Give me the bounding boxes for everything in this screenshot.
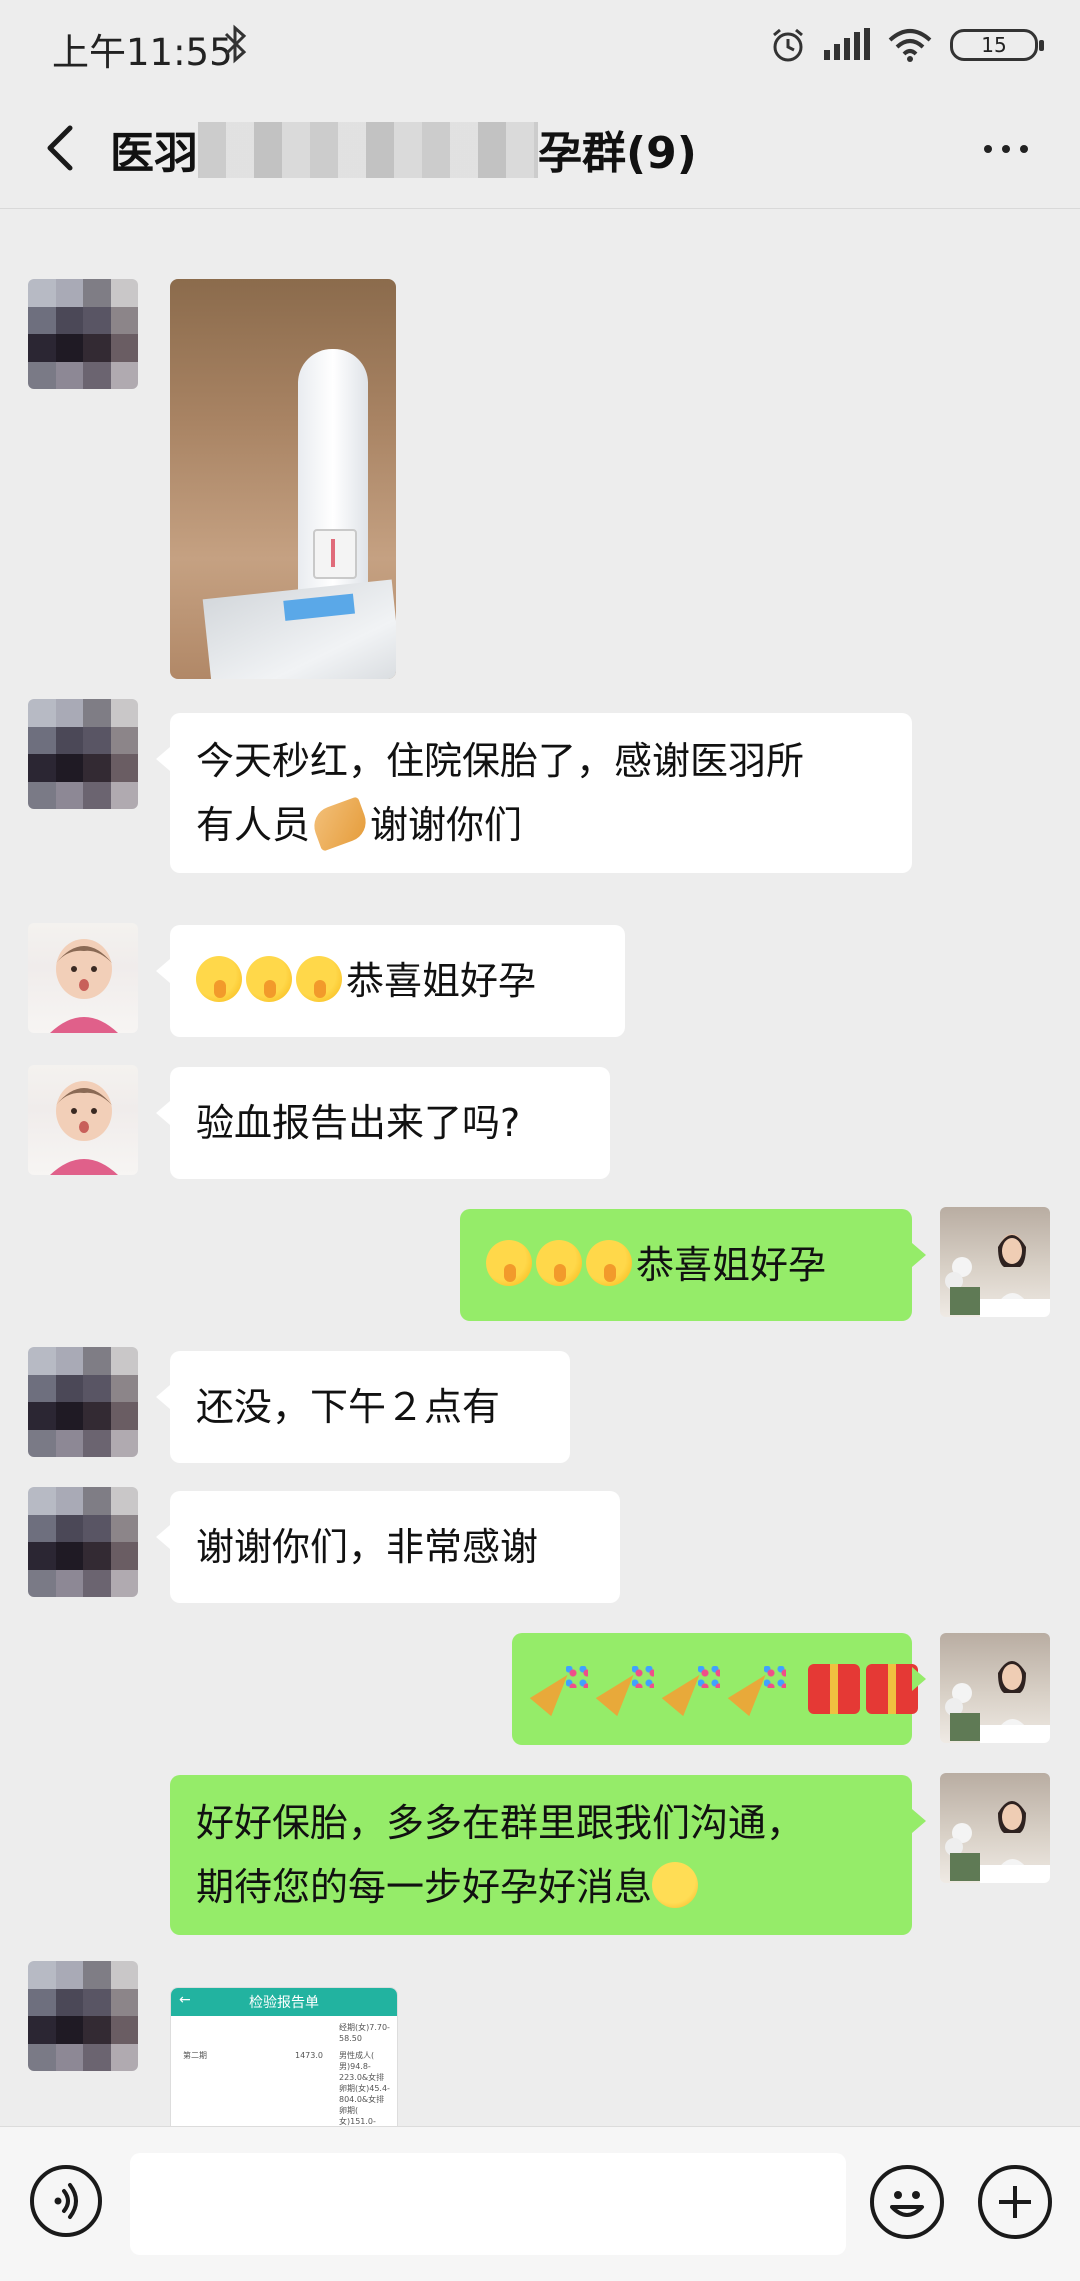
- message-text: 谢谢你们: [370, 803, 523, 847]
- report-ref-line: 经期(女)7.70-: [339, 2023, 390, 2032]
- party-popper-icon: [670, 1664, 722, 1714]
- voice-icon: [54, 2183, 78, 2219]
- chat-title-suffix: 孕群(9): [538, 128, 697, 179]
- baby-photo-icon: [50, 1081, 118, 1175]
- chat-area[interactable]: 今天秒红，住院保胎了，感谢医羽所 有人员 谢谢你们 恭喜姐好孕 验血报告出来了吗?…: [0, 209, 1080, 2126]
- report-title: 检验报告单: [249, 1995, 319, 2011]
- hugging-face-icon: [652, 1862, 699, 1908]
- message-text: 验血报告出来了吗?: [196, 1101, 521, 1145]
- test-window: [313, 529, 357, 579]
- shushing-face-icon: [586, 1240, 632, 1286]
- avatar-member-1[interactable]: [28, 699, 138, 809]
- avatar-member-1[interactable]: [28, 1347, 138, 1457]
- avatar-self[interactable]: [940, 1633, 1050, 1743]
- message-text: 有人员: [196, 803, 311, 847]
- report-row-value: 1473.0: [295, 2051, 323, 2060]
- alarm-icon: [773, 28, 803, 62]
- pregnancy-test-photo[interactable]: [170, 279, 396, 679]
- report-ref-line: 女)151.0-: [339, 2117, 376, 2126]
- baby-photo-icon: [50, 939, 118, 1033]
- message-bubble[interactable]: 今天秒红，住院保胎了，感谢医羽所 有人员 谢谢你们: [156, 713, 912, 873]
- gift-icon: [808, 1664, 860, 1714]
- my-message-bubble[interactable]: [512, 1633, 926, 1745]
- praying-hands-icon: [308, 796, 372, 852]
- chat-header: 医羽 孕群(9): [0, 90, 1080, 209]
- more-dots-icon: [984, 145, 992, 153]
- message-text: 谢谢你们，非常感谢: [196, 1525, 539, 1569]
- shushing-face-icon: [296, 956, 342, 1002]
- message-bubble[interactable]: 验血报告出来了吗?: [156, 1067, 610, 1179]
- avatar-baby[interactable]: [28, 1065, 138, 1175]
- message-text: 恭喜姐好孕: [346, 959, 537, 1003]
- message-line: 今天秒红，住院保胎了，感谢医羽所: [196, 739, 805, 783]
- foil-packet: [202, 579, 396, 679]
- report-ref-line: 58.50: [339, 2034, 362, 2043]
- message-line: 期待您的每一步好孕好消息: [196, 1855, 886, 1919]
- report-header: ← 检验报告单: [171, 1988, 397, 2016]
- avatar-baby[interactable]: [28, 923, 138, 1033]
- back-button[interactable]: [30, 116, 94, 180]
- report-ref-line: 男)94.8-: [339, 2062, 371, 2071]
- voice-button[interactable]: [30, 2165, 102, 2237]
- more-button[interactable]: [976, 134, 1036, 164]
- chat-title[interactable]: 医羽 孕群(9): [110, 117, 697, 181]
- shushing-face-icon: [536, 1240, 582, 1286]
- message-bubble[interactable]: 谢谢你们，非常感谢: [156, 1491, 620, 1603]
- message-bubble[interactable]: 恭喜姐好孕: [156, 925, 625, 1037]
- status-bar: 上午11:55 15: [0, 0, 1080, 90]
- more-dot: [1002, 145, 1010, 153]
- emoji-face-icon: [890, 2191, 924, 2217]
- shushing-face-icon: [246, 956, 292, 1002]
- party-popper-icon: [736, 1664, 788, 1714]
- report-ref-line: 卵期(: [339, 2106, 359, 2115]
- status-time: 上午11:55: [52, 31, 233, 74]
- input-bar: [0, 2126, 1080, 2281]
- my-message-bubble[interactable]: 恭喜姐好孕: [460, 1209, 926, 1321]
- report-back-arrow-icon: ←: [179, 1992, 191, 2008]
- report-ref-line: 223.0&女排: [339, 2073, 385, 2082]
- plus-button[interactable]: [978, 2165, 1052, 2239]
- bluetooth-icon: [224, 24, 247, 64]
- woman-photo-icon: [945, 1661, 1050, 1743]
- avatar-member-1[interactable]: [28, 279, 138, 389]
- message-line: 有人员 谢谢你们: [196, 793, 886, 857]
- battery-icon: 15: [950, 29, 1044, 61]
- party-popper-icon: [604, 1664, 656, 1714]
- chat-title-prefix: 医羽: [110, 128, 198, 179]
- wifi-icon: [888, 29, 932, 62]
- shushing-face-icon: [196, 956, 242, 1002]
- woman-photo-icon: [945, 1234, 1050, 1317]
- my-message-bubble[interactable]: 好好保胎，多多在群里跟我们沟通， 期待您的每一步好孕好消息: [170, 1775, 926, 1935]
- woman-photo-icon: [945, 1801, 1050, 1883]
- gift-icon: [866, 1664, 918, 1714]
- shushing-face-icon: [486, 1240, 532, 1286]
- avatar-self[interactable]: [940, 1207, 1050, 1317]
- lab-report-screenshot[interactable]: ← 检验报告单 第二期 1473.0 经期(女)7.70- 58.50 男性成人…: [170, 1987, 398, 2126]
- message-input[interactable]: [130, 2153, 846, 2255]
- message-text: 期待您的每一步好孕好消息: [196, 1865, 653, 1909]
- emoji-button[interactable]: [870, 2165, 944, 2239]
- avatar-self[interactable]: [940, 1773, 1050, 1883]
- report-ref-line: 卵期(女)45.4-: [339, 2084, 390, 2093]
- status-icons: 15: [770, 22, 1044, 68]
- report-row-label: 第二期: [183, 2051, 207, 2060]
- party-popper-icon: [538, 1664, 590, 1714]
- report-ref-line: 804.0&女排: [339, 2095, 385, 2104]
- avatar-member-1[interactable]: [28, 1487, 138, 1597]
- more-dot: [1020, 145, 1028, 153]
- blurred-title-region: [198, 122, 538, 178]
- message-text: 恭喜姐好孕: [636, 1243, 827, 1287]
- report-ref-line: 男性成人(: [339, 2051, 375, 2060]
- signal-icon: [824, 28, 870, 60]
- message-line: 好好保胎，多多在群里跟我们沟通，: [196, 1801, 805, 1845]
- avatar-member-1[interactable]: [28, 1961, 138, 2071]
- message-text: 还没，下午２点有: [196, 1385, 501, 1429]
- message-bubble[interactable]: 还没，下午２点有: [156, 1351, 570, 1463]
